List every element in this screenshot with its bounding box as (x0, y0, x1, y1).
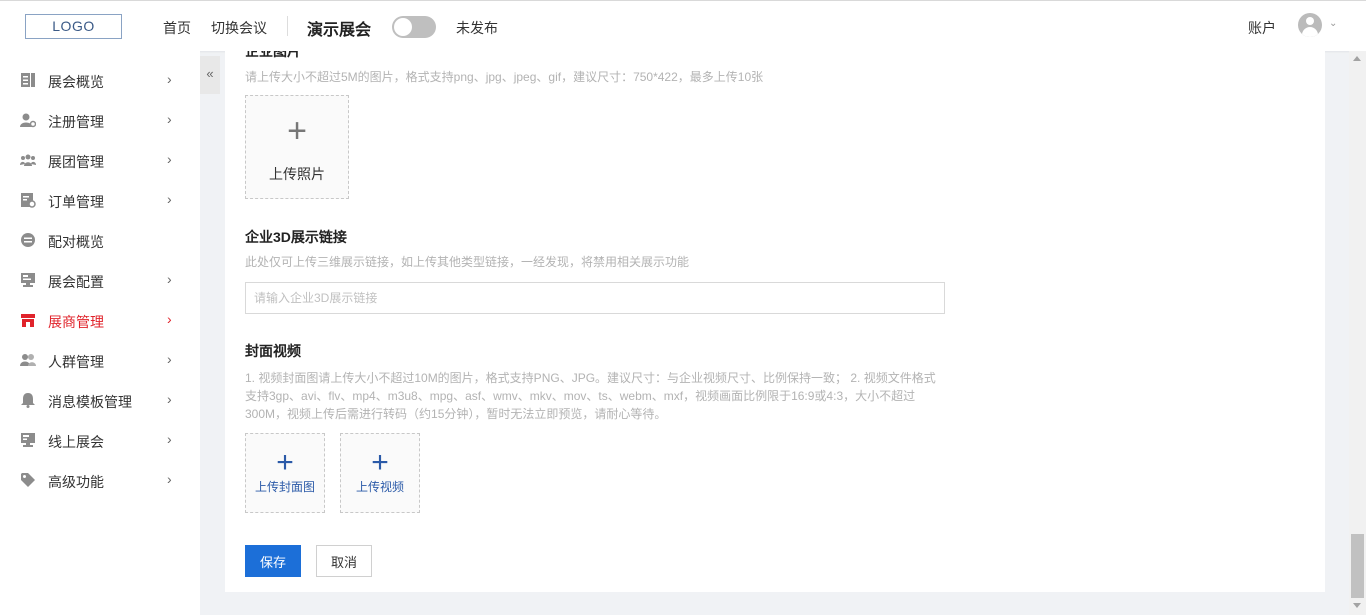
publish-toggle[interactable] (392, 16, 436, 38)
link-section-title: 企业3D展示链接 (245, 229, 347, 245)
3d-link-input[interactable] (245, 282, 945, 314)
chevron-right-icon: › (167, 311, 172, 327)
sidebar-item-matching[interactable]: 配对概览 (0, 220, 200, 260)
upload-video-label: 上传视频 (355, 480, 404, 494)
sidebar-item-online-expo[interactable]: 线上展会 › (0, 420, 200, 460)
cancel-button[interactable]: 取消 (316, 545, 372, 577)
sidebar-item-label: 注册管理 (48, 114, 104, 130)
chevron-right-icon: › (167, 391, 172, 407)
main-content: 企业图片 请上传大小不超过5M的图片，格式支持png、jpg、jpeg、gif，… (225, 51, 1325, 592)
sidebar-item-label: 订单管理 (48, 194, 104, 210)
avatar-head (1306, 17, 1314, 25)
sidebar-item-exhibitors[interactable]: 展商管理 › (0, 300, 200, 340)
sidebar-item-message-templates[interactable]: 消息模板管理 › (0, 380, 200, 420)
sidebar-item-registration[interactable]: 注册管理 › (0, 100, 200, 140)
tag-icon (21, 473, 35, 487)
plus-icon: + (287, 112, 307, 150)
avatar-icon[interactable] (1298, 13, 1322, 37)
publish-status-label: 未发布 (456, 20, 498, 36)
link-section-hint: 此处仅可上传三维展示链接，如上传其他类型链接，一经发现，将禁用相关展示功能 (245, 255, 690, 269)
upload-cover-button[interactable]: + 上传封面图 (245, 433, 325, 513)
account-label[interactable]: 账户 (1248, 18, 1276, 38)
upload-photo-label: 上传照片 (269, 166, 325, 182)
plus-icon: + (371, 446, 389, 479)
nav-divider (287, 16, 288, 36)
sidebar-item-advanced[interactable]: 高级功能 › (0, 460, 200, 500)
sidebar-collapse-button[interactable]: « (200, 56, 220, 94)
sidebar-item-overview[interactable]: 展会概览 › (0, 60, 200, 100)
store-icon (21, 314, 35, 327)
scroll-up-arrow-icon[interactable] (1353, 56, 1361, 61)
photo-section-title: 企业图片 (245, 51, 301, 59)
sidebar: 展会概览 › 注册管理 › 展团管理 › 订单管理 › 配对概览 展会配置 › … (0, 51, 200, 615)
sidebar-item-label: 人群管理 (48, 354, 104, 370)
match-icon (21, 233, 35, 247)
chevron-right-icon: › (167, 351, 172, 367)
top-header: LOGO 首页 切换会议 演示展会 未发布 账户 ⌄ (0, 0, 1366, 51)
chevron-down-icon[interactable]: ⌄ (1329, 18, 1337, 29)
sidebar-item-label: 消息模板管理 (48, 394, 132, 410)
sidebar-item-label: 展会配置 (48, 274, 104, 290)
scrollbar-thumb[interactable] (1351, 534, 1364, 598)
people-icon (20, 354, 36, 366)
bell-icon (21, 393, 35, 408)
user-settings-icon (20, 113, 36, 128)
document-icon (21, 73, 35, 87)
event-title: 演示展会 (307, 22, 372, 39)
sidebar-item-config[interactable]: 展会配置 › (0, 260, 200, 300)
sidebar-item-label: 配对概览 (48, 234, 104, 250)
save-button[interactable]: 保存 (245, 545, 301, 577)
chevron-right-icon: › (167, 471, 172, 487)
video-section-title: 封面视频 (245, 343, 301, 359)
toggle-knob (394, 18, 412, 36)
order-icon (21, 193, 36, 208)
logo[interactable]: LOGO (25, 14, 122, 39)
sidebar-item-label: 展商管理 (48, 314, 104, 330)
sidebar-item-orders[interactable]: 订单管理 › (0, 180, 200, 220)
sidebar-item-label: 线上展会 (48, 434, 104, 450)
chevron-right-icon: › (167, 271, 172, 287)
chevron-right-icon: › (167, 431, 172, 447)
chevron-right-icon: › (167, 191, 172, 207)
upload-cover-label: 上传封面图 (254, 480, 315, 494)
video-section-hint-line: 1. 视频封面图请上传大小不超过10M的图片，格式支持PNG、JPG。建议尺寸：… (245, 371, 936, 385)
chevron-right-icon: › (167, 151, 172, 167)
upload-photo-button[interactable]: + 上传照片 (245, 95, 349, 199)
nav-switch-meeting-link[interactable]: 切换会议 (211, 18, 267, 38)
sidebar-item-delegation[interactable]: 展团管理 › (0, 140, 200, 180)
video-section-hint-line: 300M，视频上传后需进行转码（约15分钟），暂时无法立即预览，请耐心等待。 (245, 407, 667, 421)
upload-video-button[interactable]: + 上传视频 (340, 433, 420, 513)
sidebar-item-label: 展团管理 (48, 154, 104, 170)
sidebar-item-label: 展会概览 (48, 74, 104, 90)
photo-section-hint: 请上传大小不超过5M的图片，格式支持png、jpg、jpeg、gif，建议尺寸：… (245, 70, 764, 84)
video-section-hint-line: 支持3gp、avi、flv、mp4、m3u8、mpg、asf、wmv、mkv、m… (245, 389, 916, 403)
config-icon (21, 273, 35, 287)
scroll-down-arrow-icon[interactable] (1353, 603, 1361, 608)
monitor-icon (21, 433, 35, 447)
page-scrollbar[interactable] (1349, 51, 1366, 615)
group-icon (20, 154, 36, 166)
sidebar-item-label: 高级功能 (48, 474, 104, 490)
sidebar-item-crowd[interactable]: 人群管理 › (0, 340, 200, 380)
plus-icon: + (276, 446, 294, 479)
chevron-right-icon: › (167, 111, 172, 127)
chevron-right-icon: › (167, 71, 172, 87)
nav-home-link[interactable]: 首页 (163, 18, 191, 38)
avatar-body (1302, 27, 1318, 37)
